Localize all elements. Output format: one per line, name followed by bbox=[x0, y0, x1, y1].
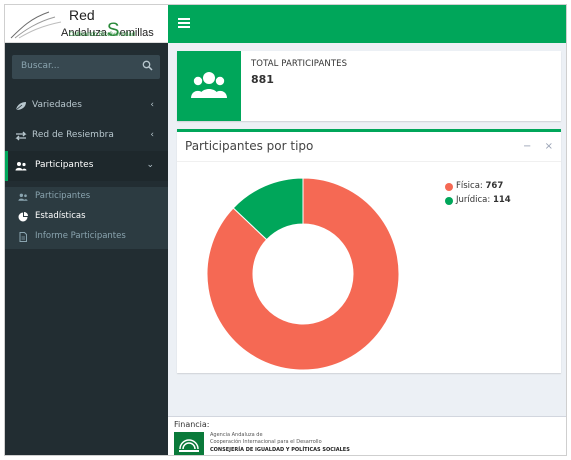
search-icon[interactable] bbox=[142, 60, 153, 71]
submenu-item-estadisticas[interactable]: Estadísticas bbox=[5, 207, 168, 227]
users-icon bbox=[18, 193, 28, 201]
pie-chart-icon bbox=[18, 212, 28, 222]
chevron-left-icon: ‹ bbox=[150, 130, 154, 140]
users-icon bbox=[191, 72, 227, 98]
submenu-item-informe-participantes[interactable]: Informe Participantes bbox=[5, 227, 168, 247]
sidebar-item-label: Red de Resiembra bbox=[32, 130, 114, 140]
site-logo[interactable]: Red AndaluzaSemillas Cultivando Biodiver… bbox=[5, 5, 168, 43]
total-participants-infobox: TOTAL PARTICIPANTES 881 bbox=[177, 51, 561, 121]
infobox-icon-bg bbox=[177, 51, 241, 121]
donut-chart bbox=[206, 177, 400, 371]
logo-tagline: Cultivando Biodiversidad bbox=[69, 32, 136, 38]
chevron-left-icon: ‹ bbox=[150, 100, 154, 110]
top-navbar bbox=[168, 5, 566, 43]
legend-dot-fisica bbox=[445, 183, 453, 191]
footer-line3: CONSEJERÍA DE IGUALDAD Y POLÍTICAS SOCIA… bbox=[210, 447, 350, 453]
legend-value-fisica: 767 bbox=[485, 181, 504, 191]
chevron-down-icon: ⌄ bbox=[146, 160, 154, 170]
search-placeholder: Buscar... bbox=[21, 61, 60, 71]
sidebar: Buscar... Variedades ‹ Red de Resiembra … bbox=[5, 43, 168, 455]
legend-value-juridica: 114 bbox=[492, 195, 511, 205]
sidebar-item-participantes[interactable]: Participantes ⌄ bbox=[5, 151, 168, 181]
leaf-icon bbox=[15, 102, 26, 111]
submenu-item-label: Estadísticas bbox=[35, 211, 86, 221]
users-icon bbox=[15, 162, 27, 171]
footer: Financia: Agencia Andaluza de Cooperació… bbox=[168, 416, 566, 455]
logo-swirl-icon bbox=[10, 11, 62, 39]
legend-label-fisica: Física: 767 bbox=[456, 181, 503, 191]
logo-line2: AndaluzaSemillas bbox=[61, 20, 154, 42]
footer-line2: Cooperación Internacional para el Desarr… bbox=[210, 439, 322, 445]
search-input[interactable]: Buscar... bbox=[12, 55, 160, 79]
sidebar-item-variedades[interactable]: Variedades ‹ bbox=[5, 91, 168, 121]
infobox-title: TOTAL PARTICIPANTES bbox=[251, 59, 348, 69]
sidebar-item-label: Participantes bbox=[35, 160, 94, 170]
hamburger-menu-icon[interactable] bbox=[178, 17, 190, 29]
legend-text-fisica: Física: bbox=[456, 181, 483, 191]
footer-label: Financia: bbox=[174, 420, 210, 429]
app-window: Red AndaluzaSemillas Cultivando Biodiver… bbox=[4, 4, 567, 456]
legend-label-juridica: Jurídica: 114 bbox=[456, 195, 511, 205]
infobox-value: 881 bbox=[251, 73, 274, 86]
exchange-icon bbox=[15, 131, 27, 141]
junta-andalucia-seal-logo bbox=[174, 432, 204, 455]
submenu-item-participantes[interactable]: Participantes bbox=[5, 187, 168, 207]
legend-text-juridica: Jurídica: bbox=[456, 195, 491, 205]
legend-dot-juridica bbox=[445, 197, 453, 205]
submenu-item-label: Participantes bbox=[35, 191, 91, 201]
submenu-item-label: Informe Participantes bbox=[35, 231, 126, 241]
file-icon bbox=[19, 232, 27, 242]
participants-by-type-box: Participantes por tipo − × Física: 767 J… bbox=[177, 129, 561, 373]
arches-icon bbox=[179, 439, 199, 452]
sidebar-item-label: Variedades bbox=[32, 100, 82, 110]
footer-line1: Agencia Andaluza de bbox=[210, 432, 263, 438]
sidebar-item-red-de-resiembra[interactable]: Red de Resiembra ‹ bbox=[5, 121, 168, 151]
submenu-participantes: Participantes Estadísticas Informe Parti… bbox=[5, 187, 168, 249]
